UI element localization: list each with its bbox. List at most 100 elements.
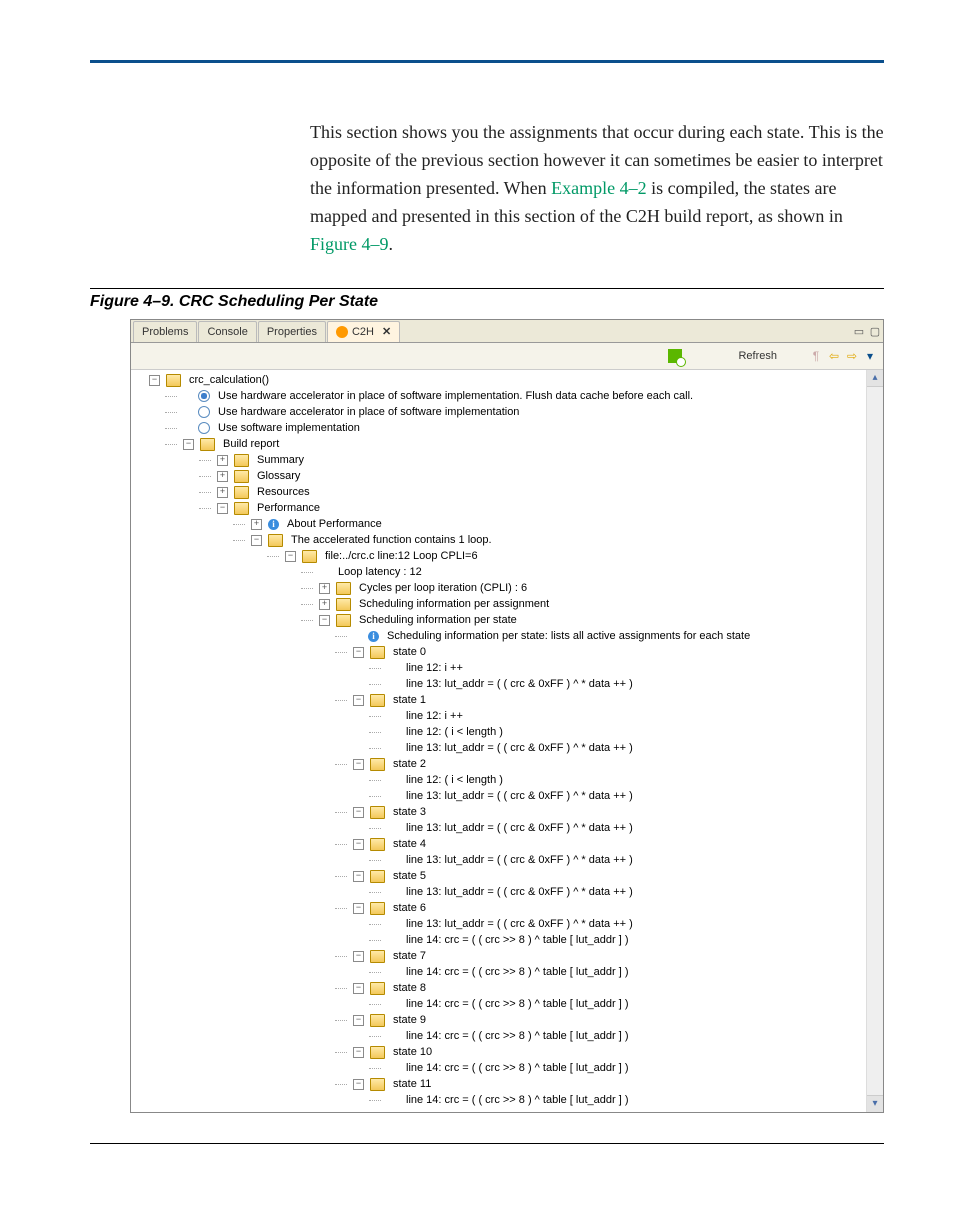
expander-icon[interactable]: − bbox=[353, 871, 364, 882]
node-line-14-crc: line 14: crc = ( ( crc >> 8 ) ^ table [ … bbox=[402, 932, 629, 948]
folder-icon bbox=[370, 1014, 385, 1027]
nav-back-icon[interactable]: ⇦ bbox=[825, 349, 843, 363]
ref-example-4-2: Example 4–2 bbox=[551, 178, 646, 198]
node-line-14-crc: line 14: crc = ( ( crc >> 8 ) ^ table [ … bbox=[402, 1028, 629, 1044]
info-icon: i bbox=[368, 631, 379, 642]
folder-icon bbox=[268, 534, 283, 547]
node-line-13-lut: line 13: lut_addr = ( ( crc & 0xFF ) ^ *… bbox=[402, 788, 633, 804]
node-performance[interactable]: Performance bbox=[253, 500, 320, 516]
node-sched-state[interactable]: Scheduling information per state bbox=[355, 612, 517, 628]
radio-selected-icon[interactable] bbox=[198, 390, 210, 402]
expander-icon[interactable]: − bbox=[353, 951, 364, 962]
node-state-6[interactable]: state 6 bbox=[389, 900, 426, 916]
node-line-13-lut: line 13: lut_addr = ( ( crc & 0xFF ) ^ *… bbox=[402, 676, 633, 692]
expander-icon[interactable]: − bbox=[353, 647, 364, 658]
node-cycles[interactable]: Cycles per loop iteration (CPLI) : 6 bbox=[355, 580, 527, 596]
node-state-5[interactable]: state 5 bbox=[389, 868, 426, 884]
node-accel-loop[interactable]: The accelerated function contains 1 loop… bbox=[287, 532, 492, 548]
view-toolbar: Refresh ¶ ⇦ ⇨ ▾ bbox=[131, 343, 883, 370]
expander-icon[interactable]: − bbox=[353, 1047, 364, 1058]
node-state-10[interactable]: state 10 bbox=[389, 1044, 432, 1060]
node-file-line[interactable]: file:../crc.c line:12 Loop CPLI=6 bbox=[321, 548, 478, 564]
expander-icon[interactable]: + bbox=[319, 583, 330, 594]
node-line-13-lut: line 13: lut_addr = ( ( crc & 0xFF ) ^ *… bbox=[402, 740, 633, 756]
node-root[interactable]: crc_calculation() bbox=[185, 372, 269, 388]
node-state-7[interactable]: state 7 bbox=[389, 948, 426, 964]
nav-forward-icon[interactable]: ⇨ bbox=[843, 349, 861, 363]
expander-icon[interactable]: + bbox=[217, 455, 228, 466]
node-line-14-crc: line 14: crc = ( ( crc >> 8 ) ^ table [ … bbox=[402, 964, 629, 980]
expander-icon[interactable]: + bbox=[319, 599, 330, 610]
expander-icon[interactable]: − bbox=[319, 615, 330, 626]
node-line-13-lut: line 13: lut_addr = ( ( crc & 0xFF ) ^ *… bbox=[402, 820, 633, 836]
tab-c2h[interactable]: C2H ✕ bbox=[327, 321, 400, 342]
node-resources[interactable]: Resources bbox=[253, 484, 310, 500]
node-line-13-lut: line 13: lut_addr = ( ( crc & 0xFF ) ^ *… bbox=[402, 884, 633, 900]
info-icon: i bbox=[268, 519, 279, 530]
expander-icon[interactable]: − bbox=[353, 807, 364, 818]
node-build-report[interactable]: Build report bbox=[219, 436, 279, 452]
node-state-8[interactable]: state 8 bbox=[389, 980, 426, 996]
node-sched-assignment[interactable]: Scheduling information per assignment bbox=[355, 596, 549, 612]
expander-icon[interactable]: − bbox=[353, 903, 364, 914]
screenshot-panel: Problems Console Properties C2H ✕ ▭ ▢ Re… bbox=[130, 319, 884, 1113]
radio-icon[interactable] bbox=[198, 406, 210, 418]
expander-icon[interactable]: + bbox=[217, 487, 228, 498]
folder-icon bbox=[370, 806, 385, 819]
expander-icon[interactable]: − bbox=[285, 551, 296, 562]
node-state-0[interactable]: state 0 bbox=[389, 644, 426, 660]
expander-icon[interactable]: − bbox=[251, 535, 262, 546]
expander-icon[interactable]: + bbox=[251, 519, 262, 530]
node-state-4[interactable]: state 4 bbox=[389, 836, 426, 852]
node-state-9[interactable]: state 9 bbox=[389, 1012, 426, 1028]
maximize-icon[interactable]: ▢ bbox=[867, 325, 883, 338]
node-state-3[interactable]: state 3 bbox=[389, 804, 426, 820]
expander-icon[interactable]: − bbox=[183, 439, 194, 450]
expander-icon[interactable]: − bbox=[353, 839, 364, 850]
node-about-performance[interactable]: About Performance bbox=[283, 516, 382, 532]
opt-sw[interactable]: Use software implementation bbox=[214, 420, 360, 436]
node-line-14-crc: line 14: crc = ( ( crc >> 8 ) ^ table [ … bbox=[402, 1092, 629, 1108]
radio-icon[interactable] bbox=[198, 422, 210, 434]
folder-icon bbox=[370, 1078, 385, 1091]
refresh-link[interactable]: Refresh bbox=[738, 350, 777, 362]
expander-icon[interactable]: − bbox=[353, 1079, 364, 1090]
node-glossary[interactable]: Glossary bbox=[253, 468, 300, 484]
close-icon[interactable]: ✕ bbox=[382, 322, 391, 342]
add-icon[interactable] bbox=[668, 349, 682, 363]
opt-hw-flush[interactable]: Use hardware accelerator in place of sof… bbox=[214, 388, 693, 404]
folder-icon bbox=[234, 454, 249, 467]
expander-icon[interactable]: − bbox=[353, 1015, 364, 1026]
node-summary[interactable]: Summary bbox=[253, 452, 304, 468]
folder-icon bbox=[200, 438, 215, 451]
minimize-icon[interactable]: ▭ bbox=[851, 325, 867, 338]
node-state-2[interactable]: state 2 bbox=[389, 756, 426, 772]
tab-problems[interactable]: Problems bbox=[133, 321, 197, 342]
build-report-tree: − crc_calculation() Use hardware accelera… bbox=[131, 372, 883, 1108]
folder-icon bbox=[336, 582, 351, 595]
node-sched-info: Scheduling information per state: lists … bbox=[383, 628, 750, 644]
expander-icon[interactable]: − bbox=[353, 695, 364, 706]
expander-icon[interactable]: − bbox=[353, 983, 364, 994]
expander-icon[interactable]: + bbox=[217, 471, 228, 482]
vertical-scrollbar[interactable]: ▴ ▾ bbox=[866, 370, 883, 1112]
folder-icon bbox=[370, 1046, 385, 1059]
ref-figure-4-9: Figure 4–9 bbox=[310, 234, 389, 254]
node-state-1[interactable]: state 1 bbox=[389, 692, 426, 708]
scroll-up-icon[interactable]: ▴ bbox=[867, 370, 883, 387]
expander-icon[interactable]: − bbox=[217, 503, 228, 514]
expander-icon[interactable]: − bbox=[149, 375, 160, 386]
tab-c2h-label: C2H bbox=[352, 322, 374, 342]
node-line-12-inc: line 12: i ++ bbox=[402, 660, 463, 676]
opt-hw[interactable]: Use hardware accelerator in place of sof… bbox=[214, 404, 519, 420]
view-menu-icon[interactable]: ▾ bbox=[861, 349, 879, 363]
expander-icon[interactable]: − bbox=[353, 759, 364, 770]
tab-properties[interactable]: Properties bbox=[258, 321, 326, 342]
wrap-icon[interactable]: ¶ bbox=[807, 349, 825, 363]
folder-icon bbox=[234, 502, 249, 515]
tab-console[interactable]: Console bbox=[198, 321, 256, 342]
node-loop-latency: Loop latency : 12 bbox=[334, 564, 422, 580]
folder-icon bbox=[370, 838, 385, 851]
scroll-down-icon[interactable]: ▾ bbox=[867, 1095, 883, 1112]
node-state-11[interactable]: state 11 bbox=[389, 1076, 431, 1092]
